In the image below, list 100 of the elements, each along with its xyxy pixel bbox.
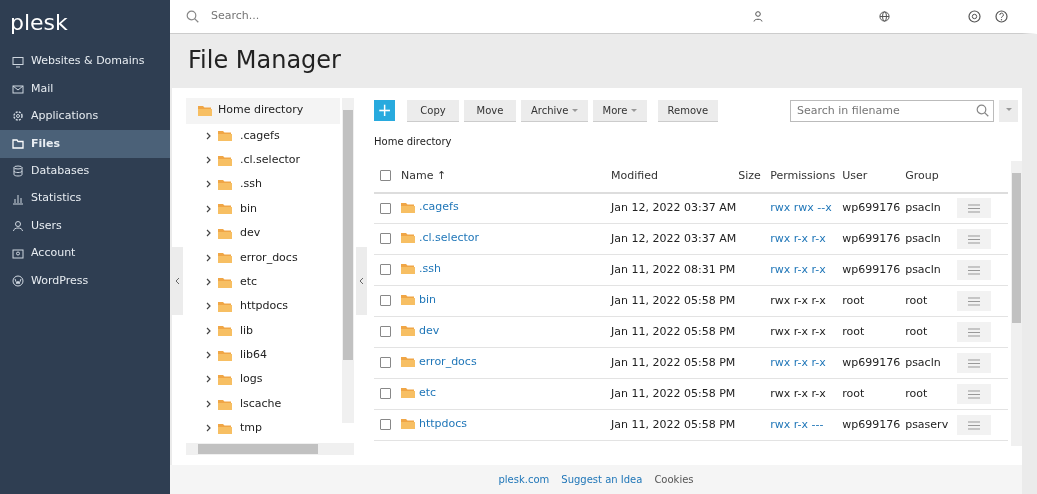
monitor-icon <box>12 55 24 68</box>
footer-link[interactable]: Suggest an Idea <box>561 471 643 487</box>
search-field[interactable]: Search... <box>209 7 409 26</box>
tree-item[interactable]: logs <box>186 367 340 392</box>
column-header[interactable]: Modified <box>611 168 658 182</box>
menu-icon <box>968 358 981 368</box>
file-link[interactable]: bin <box>401 291 436 308</box>
checkbox[interactable] <box>380 202 391 214</box>
column-header[interactable]: Name ↑ <box>401 168 447 182</box>
chart-icon <box>12 192 24 205</box>
checkbox[interactable] <box>380 326 391 338</box>
column-header[interactable]: Size <box>738 168 761 182</box>
folder-icon <box>401 232 415 244</box>
tree-item[interactable]: httpdocs <box>186 294 340 319</box>
envelope-icon <box>12 83 24 96</box>
scrollbar[interactable] <box>342 97 354 423</box>
menu-icon <box>968 234 981 244</box>
tree-item[interactable]: .ssh <box>186 172 340 197</box>
dropdown-button[interactable]: Archive <box>521 99 588 122</box>
table-cell: psacln <box>905 355 941 369</box>
tree-item[interactable]: dev <box>186 221 340 246</box>
table-cell: root <box>842 324 865 338</box>
scrollbar[interactable] <box>1011 160 1022 446</box>
permissions-link[interactable]: rwx r-x --- <box>770 417 824 431</box>
sidebar-item[interactable]: Files <box>0 130 170 158</box>
sidebar-item[interactable]: Databases <box>0 157 170 185</box>
folder-icon <box>218 398 232 410</box>
wordpress-icon <box>12 274 24 287</box>
file-link[interactable]: dev <box>401 322 440 339</box>
column-header[interactable]: User <box>842 168 868 182</box>
menu-icon <box>968 327 981 337</box>
permissions-link[interactable]: rwx r-x r-x <box>770 231 826 245</box>
plesk-logo[interactable]: plesk <box>10 10 68 35</box>
file-link[interactable]: .ssh <box>401 260 441 277</box>
breadcrumb[interactable]: Home directory <box>374 135 452 147</box>
table-cell: root <box>842 293 865 307</box>
permissions-link[interactable]: rwx rwx --x <box>770 201 832 215</box>
caret-icon <box>571 108 578 113</box>
folder-icon <box>401 387 415 399</box>
folder-icon <box>218 276 232 288</box>
checkbox[interactable] <box>380 233 391 245</box>
permissions-link[interactable]: rwx r-x r-x <box>770 262 826 276</box>
scrollbar[interactable] <box>186 442 354 455</box>
checkbox[interactable] <box>380 388 391 400</box>
checkbox[interactable] <box>380 295 391 307</box>
permissions-link[interactable]: rwx r-x r-x <box>770 355 826 369</box>
sidebar-item[interactable]: Statistics <box>0 184 170 213</box>
file-link[interactable]: .cagefs <box>401 198 459 216</box>
caret-icon <box>630 108 637 113</box>
checkbox[interactable] <box>380 170 391 182</box>
toolbar-button[interactable]: Remove <box>657 99 719 122</box>
folder-icon <box>218 203 232 215</box>
sidebar-item[interactable]: Account <box>0 239 170 268</box>
footer-link[interactable]: Cookies <box>654 471 694 487</box>
globe-icon[interactable] <box>879 11 890 23</box>
column-header[interactable]: Group <box>905 168 939 182</box>
help-icon[interactable] <box>995 10 1008 24</box>
tree-item[interactable]: .cagefs <box>186 123 340 148</box>
tree-item[interactable]: bin <box>186 196 340 222</box>
footer-link[interactable]: plesk.com <box>498 471 550 487</box>
tree-item[interactable]: etc <box>186 269 340 295</box>
tree-item[interactable]: tmp <box>186 416 340 441</box>
folder-icon <box>401 356 415 368</box>
dropdown-button[interactable]: More <box>592 99 647 122</box>
sidebar-item[interactable]: WordPress <box>0 267 170 295</box>
folder-icon <box>401 263 415 275</box>
table-cell: Jan 11, 2022 05:58 PM <box>611 355 736 369</box>
collapse-handle[interactable] <box>172 247 183 316</box>
menu-icon <box>968 296 981 306</box>
table-cell: Jan 11, 2022 05:58 PM <box>611 386 736 400</box>
table-cell: Jan 11, 2022 05:58 PM <box>611 293 736 307</box>
file-link[interactable]: etc <box>401 384 437 401</box>
tree-item[interactable]: .cl.selector <box>186 148 340 173</box>
file-link[interactable]: error_docs <box>401 353 477 370</box>
file-link[interactable]: .cl.selector <box>401 229 480 246</box>
table-cell: rwx r-x r-x <box>770 293 826 307</box>
toolbar-button[interactable]: Move <box>464 99 516 122</box>
search-field[interactable]: Search in filename <box>790 99 994 122</box>
checkbox[interactable] <box>380 264 391 276</box>
checkbox[interactable] <box>380 419 391 431</box>
collapse-handle[interactable] <box>356 247 367 316</box>
folder-icon <box>218 301 232 313</box>
tree-item[interactable]: lib64 <box>186 343 340 368</box>
folder-icon <box>218 374 232 386</box>
toolbar-button[interactable]: Copy <box>407 99 459 122</box>
column-header[interactable]: Permissions <box>770 168 836 182</box>
sidebar-item[interactable]: Users <box>0 212 170 240</box>
file-link[interactable]: httpdocs <box>401 415 468 432</box>
tree-item[interactable]: lscache <box>186 391 340 417</box>
folder-icon <box>218 252 232 264</box>
tree-item[interactable]: lib <box>186 318 340 344</box>
user-icon[interactable] <box>753 11 763 23</box>
folder-icon <box>401 201 415 213</box>
table-cell: root <box>905 386 928 400</box>
tree-root[interactable]: Home directory <box>186 97 340 124</box>
checkbox[interactable] <box>380 357 391 369</box>
sidebar-item[interactable]: Mail <box>0 75 170 103</box>
tree-item[interactable]: error_docs <box>186 245 340 270</box>
sidebar-item[interactable]: Applications <box>0 102 170 131</box>
sidebar-item[interactable]: Websites & Domains <box>0 48 170 76</box>
